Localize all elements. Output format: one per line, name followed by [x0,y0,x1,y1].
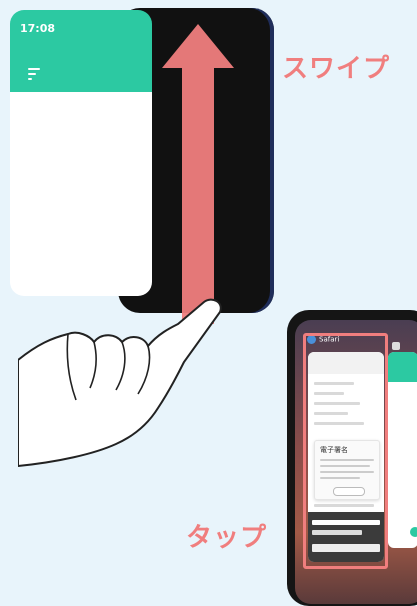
status-time: 17:08 [20,22,56,35]
swipe-arrow-icon [162,24,234,324]
app-icon [392,342,400,350]
app-card-second[interactable] [388,352,417,548]
swipe-label: スワイプ [282,54,391,84]
hand-icon [18,298,222,468]
menu-icon[interactable] [28,68,40,80]
tap-label: タップ [186,523,268,553]
top-phone-body [10,92,152,296]
tap-highlight-box [303,333,388,569]
card-header-second [392,335,417,350]
